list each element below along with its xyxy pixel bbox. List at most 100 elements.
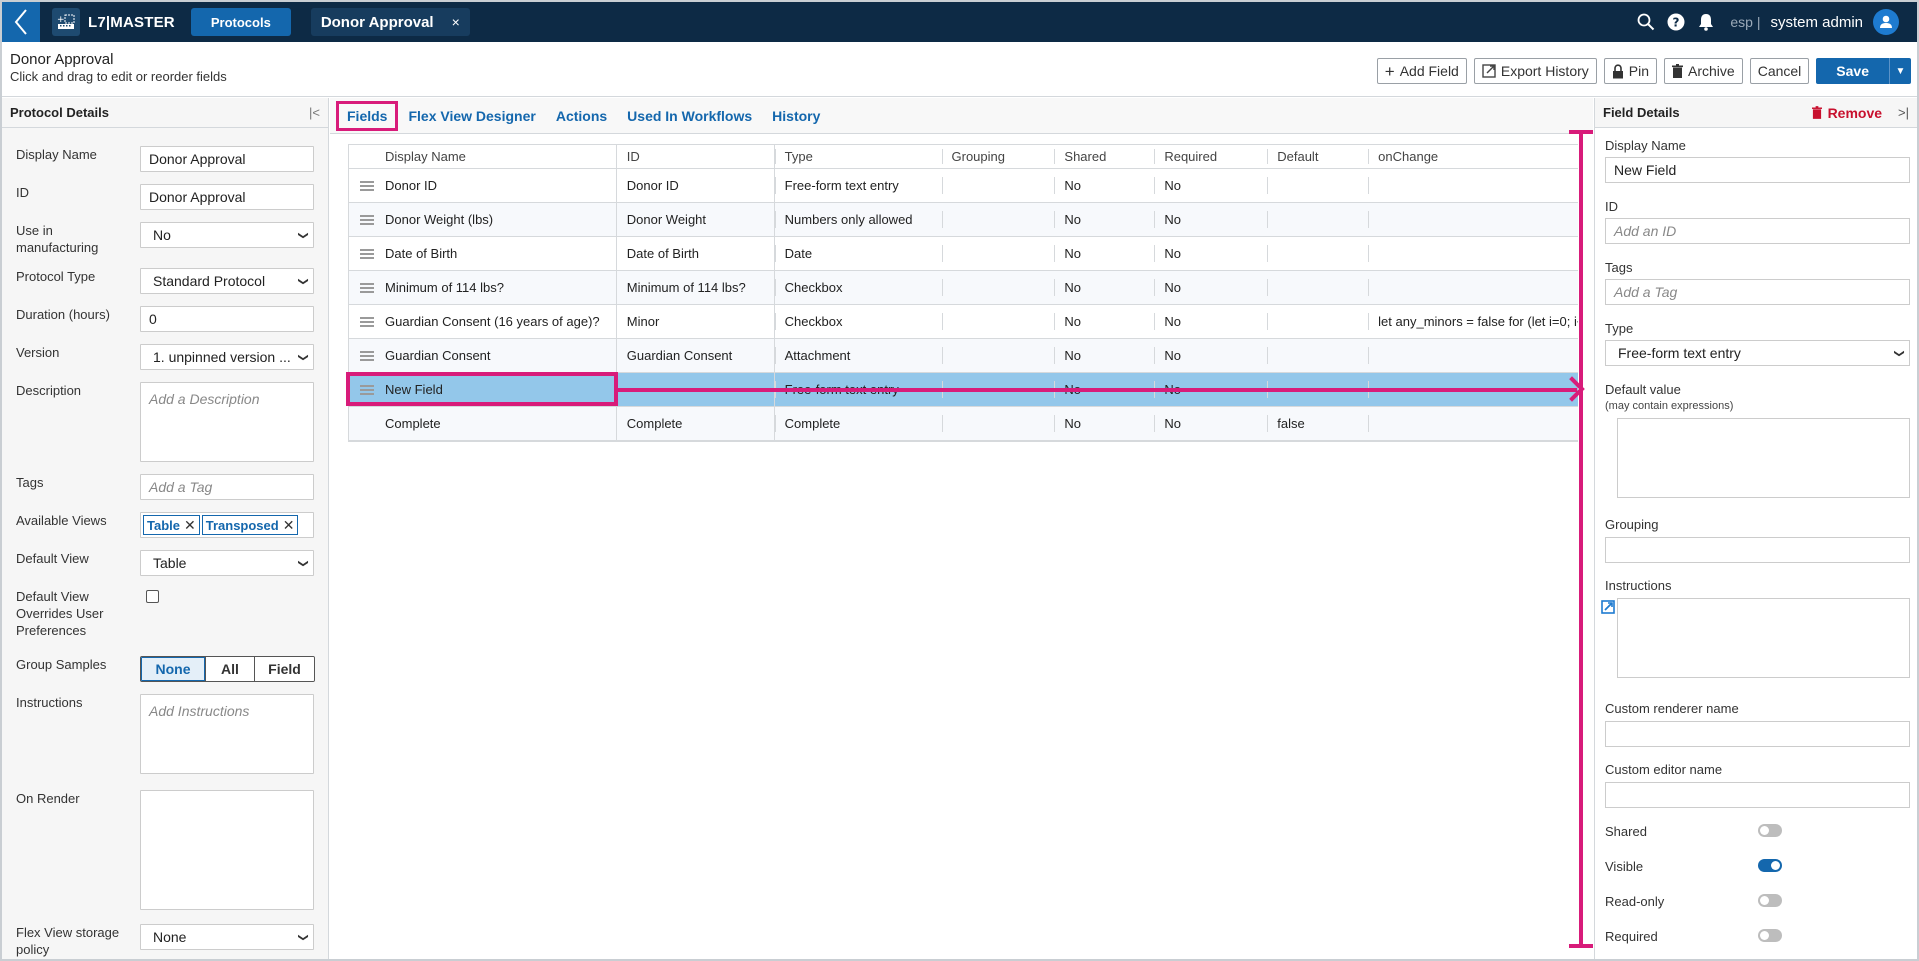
fd-instructions-textarea[interactable]	[1617, 598, 1910, 678]
cell-id: Complete	[617, 407, 775, 440]
col-header-type[interactable]: Type	[774, 145, 942, 168]
tab-flex-view-designer[interactable]: Flex View Designer	[398, 102, 545, 130]
toggle-switch[interactable]	[1758, 824, 1782, 837]
view-chip-transposed[interactable]: Transposed ✕	[201, 515, 299, 535]
search-icon[interactable]	[1636, 12, 1656, 32]
toggle-switch[interactable]	[1758, 894, 1782, 907]
version-label: Version	[16, 345, 60, 360]
table-row[interactable]: Date of Birth Date of Birth Date No No	[349, 237, 1578, 271]
drag-handle-icon[interactable]	[349, 383, 385, 397]
toggle-switch[interactable]	[1758, 929, 1782, 942]
remove-chip-icon[interactable]: ✕	[184, 517, 196, 534]
drag-handle-icon[interactable]	[349, 247, 385, 261]
table-row[interactable]: Guardian Consent (16 years of age)? Minor…	[349, 305, 1578, 339]
default-view-select[interactable]: Table ❯	[140, 550, 314, 576]
table-row[interactable]: Guardian Consent Guardian Consent Attachme…	[349, 339, 1578, 373]
drag-handle-icon[interactable]	[349, 213, 385, 227]
view-chip-table[interactable]: Table ✕	[143, 515, 200, 535]
group-samples-field[interactable]: Field	[254, 657, 314, 681]
toggle-switch[interactable]	[1758, 859, 1782, 872]
col-header-shared[interactable]: Shared	[1054, 145, 1154, 168]
instructions-textarea[interactable]: Add Instructions	[140, 694, 314, 774]
fd-display-name-input[interactable]: New Field	[1605, 157, 1910, 183]
fd-type-value: Free-form text entry	[1618, 345, 1741, 361]
drag-handle-icon[interactable]	[349, 179, 385, 193]
save-button[interactable]: Save	[1816, 58, 1889, 84]
fd-type-select[interactable]: Free-form text entry ❯	[1605, 340, 1910, 366]
cell-type: Checkbox	[774, 305, 942, 338]
fd-custom-renderer: Custom renderer name	[1605, 701, 1910, 747]
group-samples-segmented-control: None All Field	[140, 656, 315, 682]
fd-id-input[interactable]: Add an ID	[1605, 218, 1910, 244]
remove-chip-icon[interactable]: ✕	[283, 517, 295, 534]
tab-fields[interactable]: Fields	[336, 100, 399, 131]
collapse-right-icon[interactable]: >|	[1898, 105, 1909, 120]
notifications-bell-icon[interactable]	[1696, 12, 1716, 32]
group-samples-all[interactable]: All	[205, 657, 254, 681]
fd-id: ID Add an ID	[1605, 199, 1910, 244]
chevron-left-icon	[14, 9, 27, 35]
cell-display-name: Guardian Consent	[349, 339, 617, 372]
cell-id: Donor ID	[617, 169, 775, 202]
tab-used-in-workflows[interactable]: Used In Workflows	[617, 102, 762, 130]
drag-handle-icon[interactable]	[349, 281, 385, 295]
nav-protocols-button[interactable]: Protocols	[190, 8, 291, 36]
pin-button[interactable]: Pin	[1603, 58, 1658, 84]
col-header-required[interactable]: Required	[1154, 145, 1267, 168]
tab-history[interactable]: History	[762, 102, 830, 130]
tab-actions[interactable]: Actions	[546, 102, 617, 130]
nav-right-group: ? esp | system admin	[1636, 2, 1899, 42]
language-indicator[interactable]: esp |	[1730, 14, 1760, 30]
col-header-onchange[interactable]: onChange	[1368, 145, 1578, 168]
fd-default-value-textarea[interactable]	[1617, 418, 1910, 498]
table-row[interactable]: Minimum of 114 lbs? Minimum of 114 lbs? Ch…	[349, 271, 1578, 305]
drag-handle-icon[interactable]	[349, 315, 385, 329]
table-row[interactable]: New Field Free-form text entry No No	[346, 372, 1578, 407]
protocol-type-select[interactable]: Standard Protocol ❯	[140, 268, 314, 294]
back-button[interactable]	[2, 2, 40, 42]
table-row[interactable]: Donor ID Donor ID Free-form text entry No No	[349, 169, 1578, 203]
col-header-grouping[interactable]: Grouping	[941, 145, 1055, 168]
cell-required: No	[1154, 169, 1267, 202]
help-icon[interactable]: ?	[1666, 12, 1686, 32]
archive-button[interactable]: Archive	[1664, 58, 1743, 84]
on-render-textarea[interactable]	[140, 790, 314, 910]
collapse-left-icon[interactable]: |<	[309, 105, 320, 120]
open-editor-icon[interactable]	[1601, 600, 1615, 614]
fd-custom-renderer-input[interactable]	[1605, 721, 1910, 747]
cell-onchange	[1368, 373, 1578, 406]
user-avatar-icon[interactable]	[1873, 9, 1899, 35]
close-tab-icon[interactable]: ×	[452, 14, 460, 30]
flex-view-storage-select[interactable]: None ❯	[140, 924, 314, 950]
cell-default	[1267, 237, 1368, 270]
table-row[interactable]: Donor Weight (lbs) Donor Weight Numbers on…	[349, 203, 1578, 237]
use-in-manufacturing-select[interactable]: No ❯	[140, 222, 314, 248]
add-field-button[interactable]: + Add Field	[1376, 58, 1467, 84]
save-dropdown-caret-icon[interactable]: ▼	[1889, 58, 1911, 84]
available-views-input[interactable]: Table ✕ Transposed ✕	[140, 512, 314, 538]
drag-handle-icon[interactable]	[349, 349, 385, 363]
description-textarea[interactable]: Add a Description	[140, 382, 314, 462]
fd-tags-input[interactable]: Add a Tag	[1605, 279, 1910, 305]
cell-type: Date	[774, 237, 942, 270]
version-select[interactable]: 1. unpinned version ... ❯	[140, 344, 314, 370]
protocol-type-label: Protocol Type	[16, 269, 96, 284]
remove-field-button[interactable]: Remove	[1811, 105, 1882, 121]
duration-input[interactable]: 0	[140, 306, 314, 332]
open-tab-donor-approval[interactable]: Donor Approval ×	[310, 8, 470, 36]
fd-grouping-input[interactable]	[1605, 537, 1910, 563]
cell-required: No	[1154, 305, 1267, 338]
display-name-input[interactable]: Donor Approval	[140, 146, 314, 172]
user-name[interactable]: system admin	[1770, 14, 1863, 31]
default-view-overrides-checkbox[interactable]	[146, 590, 159, 603]
group-samples-none[interactable]: None	[141, 657, 205, 681]
col-header-id[interactable]: ID	[617, 145, 775, 168]
fd-custom-editor-input[interactable]	[1605, 782, 1910, 808]
col-header-default[interactable]: Default	[1267, 145, 1368, 168]
cancel-button[interactable]: Cancel	[1749, 58, 1810, 84]
export-history-button[interactable]: Export History	[1473, 58, 1597, 84]
tags-input[interactable]: Add a Tag	[140, 474, 314, 500]
id-input[interactable]: Donor Approval	[140, 184, 314, 210]
col-header-display-name[interactable]: Display Name	[349, 145, 617, 168]
table-row[interactable]: Complete Complete Complete No No false	[349, 407, 1578, 441]
